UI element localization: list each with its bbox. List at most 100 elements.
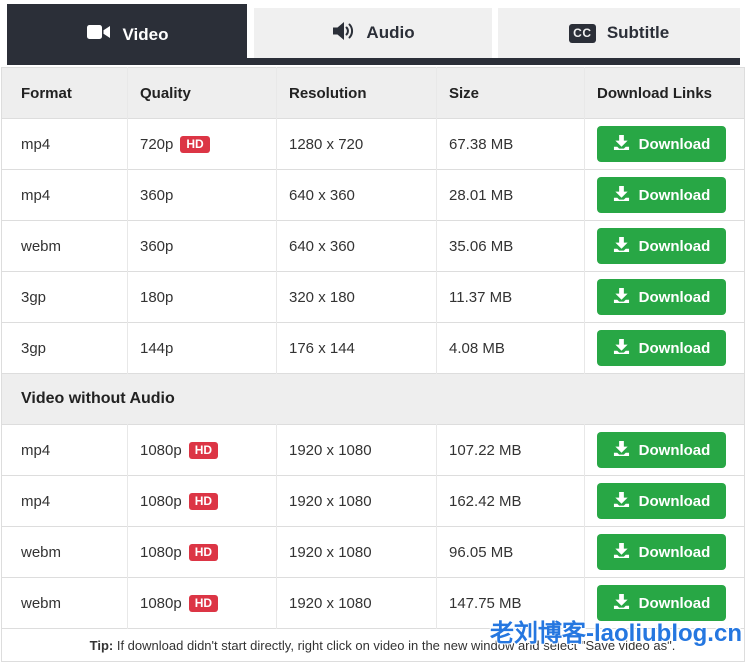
download-icon	[613, 593, 630, 614]
format-cell: webm	[1, 577, 128, 629]
tab-bar: Video Audio CC Subtitle	[0, 0, 746, 65]
download-button-label: Download	[638, 135, 711, 153]
download-button[interactable]: Download	[597, 483, 726, 519]
hd-badge: HD	[180, 135, 210, 153]
column-header-resolution: Resolution	[276, 67, 437, 119]
download-button-label: Download	[638, 441, 711, 459]
video-downloader-widget: Video Audio CC Subtitle Format Quality R…	[0, 0, 746, 667]
quality-cell: 360p	[127, 169, 277, 221]
quality-cell: 180p	[127, 271, 277, 323]
tab-video-label: Video	[122, 24, 169, 44]
format-cell: mp4	[1, 424, 128, 476]
format-cell: webm	[1, 220, 128, 272]
size-cell: 162.42 MB	[436, 475, 585, 527]
quality-cell: 360p	[127, 220, 277, 272]
download-icon	[613, 338, 630, 359]
download-cell: Download	[584, 475, 745, 527]
size-cell: 35.06 MB	[436, 220, 585, 272]
download-button[interactable]: Download	[597, 279, 726, 315]
quality-value: 144p	[140, 339, 174, 357]
resolution-cell: 176 x 144	[276, 322, 437, 374]
speaker-icon	[331, 20, 355, 47]
quality-value: 1080p	[140, 543, 182, 561]
size-cell: 107.22 MB	[436, 424, 585, 476]
download-cell: Download	[584, 424, 745, 476]
download-button-label: Download	[638, 237, 711, 255]
download-button[interactable]: Download	[597, 330, 726, 366]
resolution-cell: 1920 x 1080	[276, 526, 437, 578]
download-icon	[613, 287, 630, 308]
resolution-cell: 1280 x 720	[276, 118, 437, 170]
download-cell: Download	[584, 322, 745, 374]
hd-badge: HD	[188, 441, 219, 459]
download-button-label: Download	[638, 492, 711, 510]
table-row: 3gp 180p 320 x 180 11.37 MB Download	[1, 271, 745, 323]
cc-icon: CC	[568, 23, 596, 43]
table-row: mp4 1080p HD 1920 x 1080 162.42 MB Downlo…	[1, 475, 745, 527]
download-button-label: Download	[638, 594, 711, 612]
download-icon	[613, 542, 630, 563]
quality-cell: 720p HD	[127, 118, 277, 170]
resolution-cell: 1920 x 1080	[276, 475, 437, 527]
hd-badge: HD	[188, 492, 219, 510]
quality-value: 360p	[140, 237, 174, 255]
quality-cell: 144p	[127, 322, 277, 374]
size-cell: 4.08 MB	[436, 322, 585, 374]
quality-cell: 1080p HD	[127, 424, 277, 476]
quality-value: 360p	[140, 186, 174, 204]
quality-value: 1080p	[140, 492, 182, 510]
tip-label: Tip:	[89, 637, 114, 653]
resolution-cell: 1920 x 1080	[276, 577, 437, 629]
download-icon	[613, 440, 630, 461]
column-header-download-links: Download Links	[584, 67, 745, 119]
format-cell: mp4	[1, 118, 128, 170]
download-button-label: Download	[638, 186, 711, 204]
download-button-label: Download	[638, 288, 711, 306]
download-cell: Download	[584, 169, 745, 221]
hd-badge: HD	[188, 543, 219, 561]
format-cell: 3gp	[1, 322, 128, 374]
size-cell: 96.05 MB	[436, 526, 585, 578]
table-row: 3gp 144p 176 x 144 4.08 MB Download	[1, 322, 745, 374]
resolution-cell: 640 x 360	[276, 169, 437, 221]
download-cell: Download	[584, 526, 745, 578]
table-row: webm 360p 640 x 360 35.06 MB Download	[1, 220, 745, 272]
table-body: mp4 720p HD 1280 x 720 67.38 MB Download …	[1, 118, 745, 629]
resolution-cell: 320 x 180	[276, 271, 437, 323]
download-icon	[613, 236, 630, 257]
tab-audio-label: Audio	[366, 23, 415, 42]
table-row: mp4 1080p HD 1920 x 1080 107.22 MB Downlo…	[1, 424, 745, 476]
quality-value: 1080p	[140, 441, 182, 459]
format-cell: mp4	[1, 169, 128, 221]
quality-cell: 1080p HD	[127, 577, 277, 629]
download-button[interactable]: Download	[597, 177, 726, 213]
watermark: 老刘博客-laoliublog.cn	[490, 620, 742, 647]
resolution-cell: 1920 x 1080	[276, 424, 437, 476]
download-button-label: Download	[638, 543, 711, 561]
tab-subtitle[interactable]: CC Subtitle	[498, 8, 740, 58]
section-header-row: Video without Audio	[1, 373, 745, 425]
download-cell: Download	[584, 220, 745, 272]
table-row: mp4 360p 640 x 360 28.01 MB Download	[1, 169, 745, 221]
column-header-size: Size	[436, 67, 585, 119]
download-table: Format Quality Resolution Size Download …	[1, 67, 745, 662]
tab-video[interactable]: Video	[7, 4, 247, 65]
quality-value: 1080p	[140, 594, 182, 612]
download-cell: Download	[584, 271, 745, 323]
quality-cell: 1080p HD	[127, 526, 277, 578]
table-row: webm 1080p HD 1920 x 1080 96.05 MB Downlo…	[1, 526, 745, 578]
table-row: mp4 720p HD 1280 x 720 67.38 MB Download	[1, 118, 745, 170]
download-button[interactable]: Download	[597, 228, 726, 264]
size-cell: 11.37 MB	[436, 271, 585, 323]
size-cell: 28.01 MB	[436, 169, 585, 221]
quality-value: 180p	[140, 288, 174, 306]
hd-badge: HD	[188, 594, 219, 612]
download-button[interactable]: Download	[597, 126, 726, 162]
download-icon	[613, 134, 630, 155]
download-button[interactable]: Download	[597, 432, 726, 468]
column-header-format: Format	[1, 67, 128, 119]
section-title: Video without Audio	[1, 373, 745, 425]
tab-audio[interactable]: Audio	[254, 8, 492, 58]
download-button[interactable]: Download	[597, 534, 726, 570]
resolution-cell: 640 x 360	[276, 220, 437, 272]
